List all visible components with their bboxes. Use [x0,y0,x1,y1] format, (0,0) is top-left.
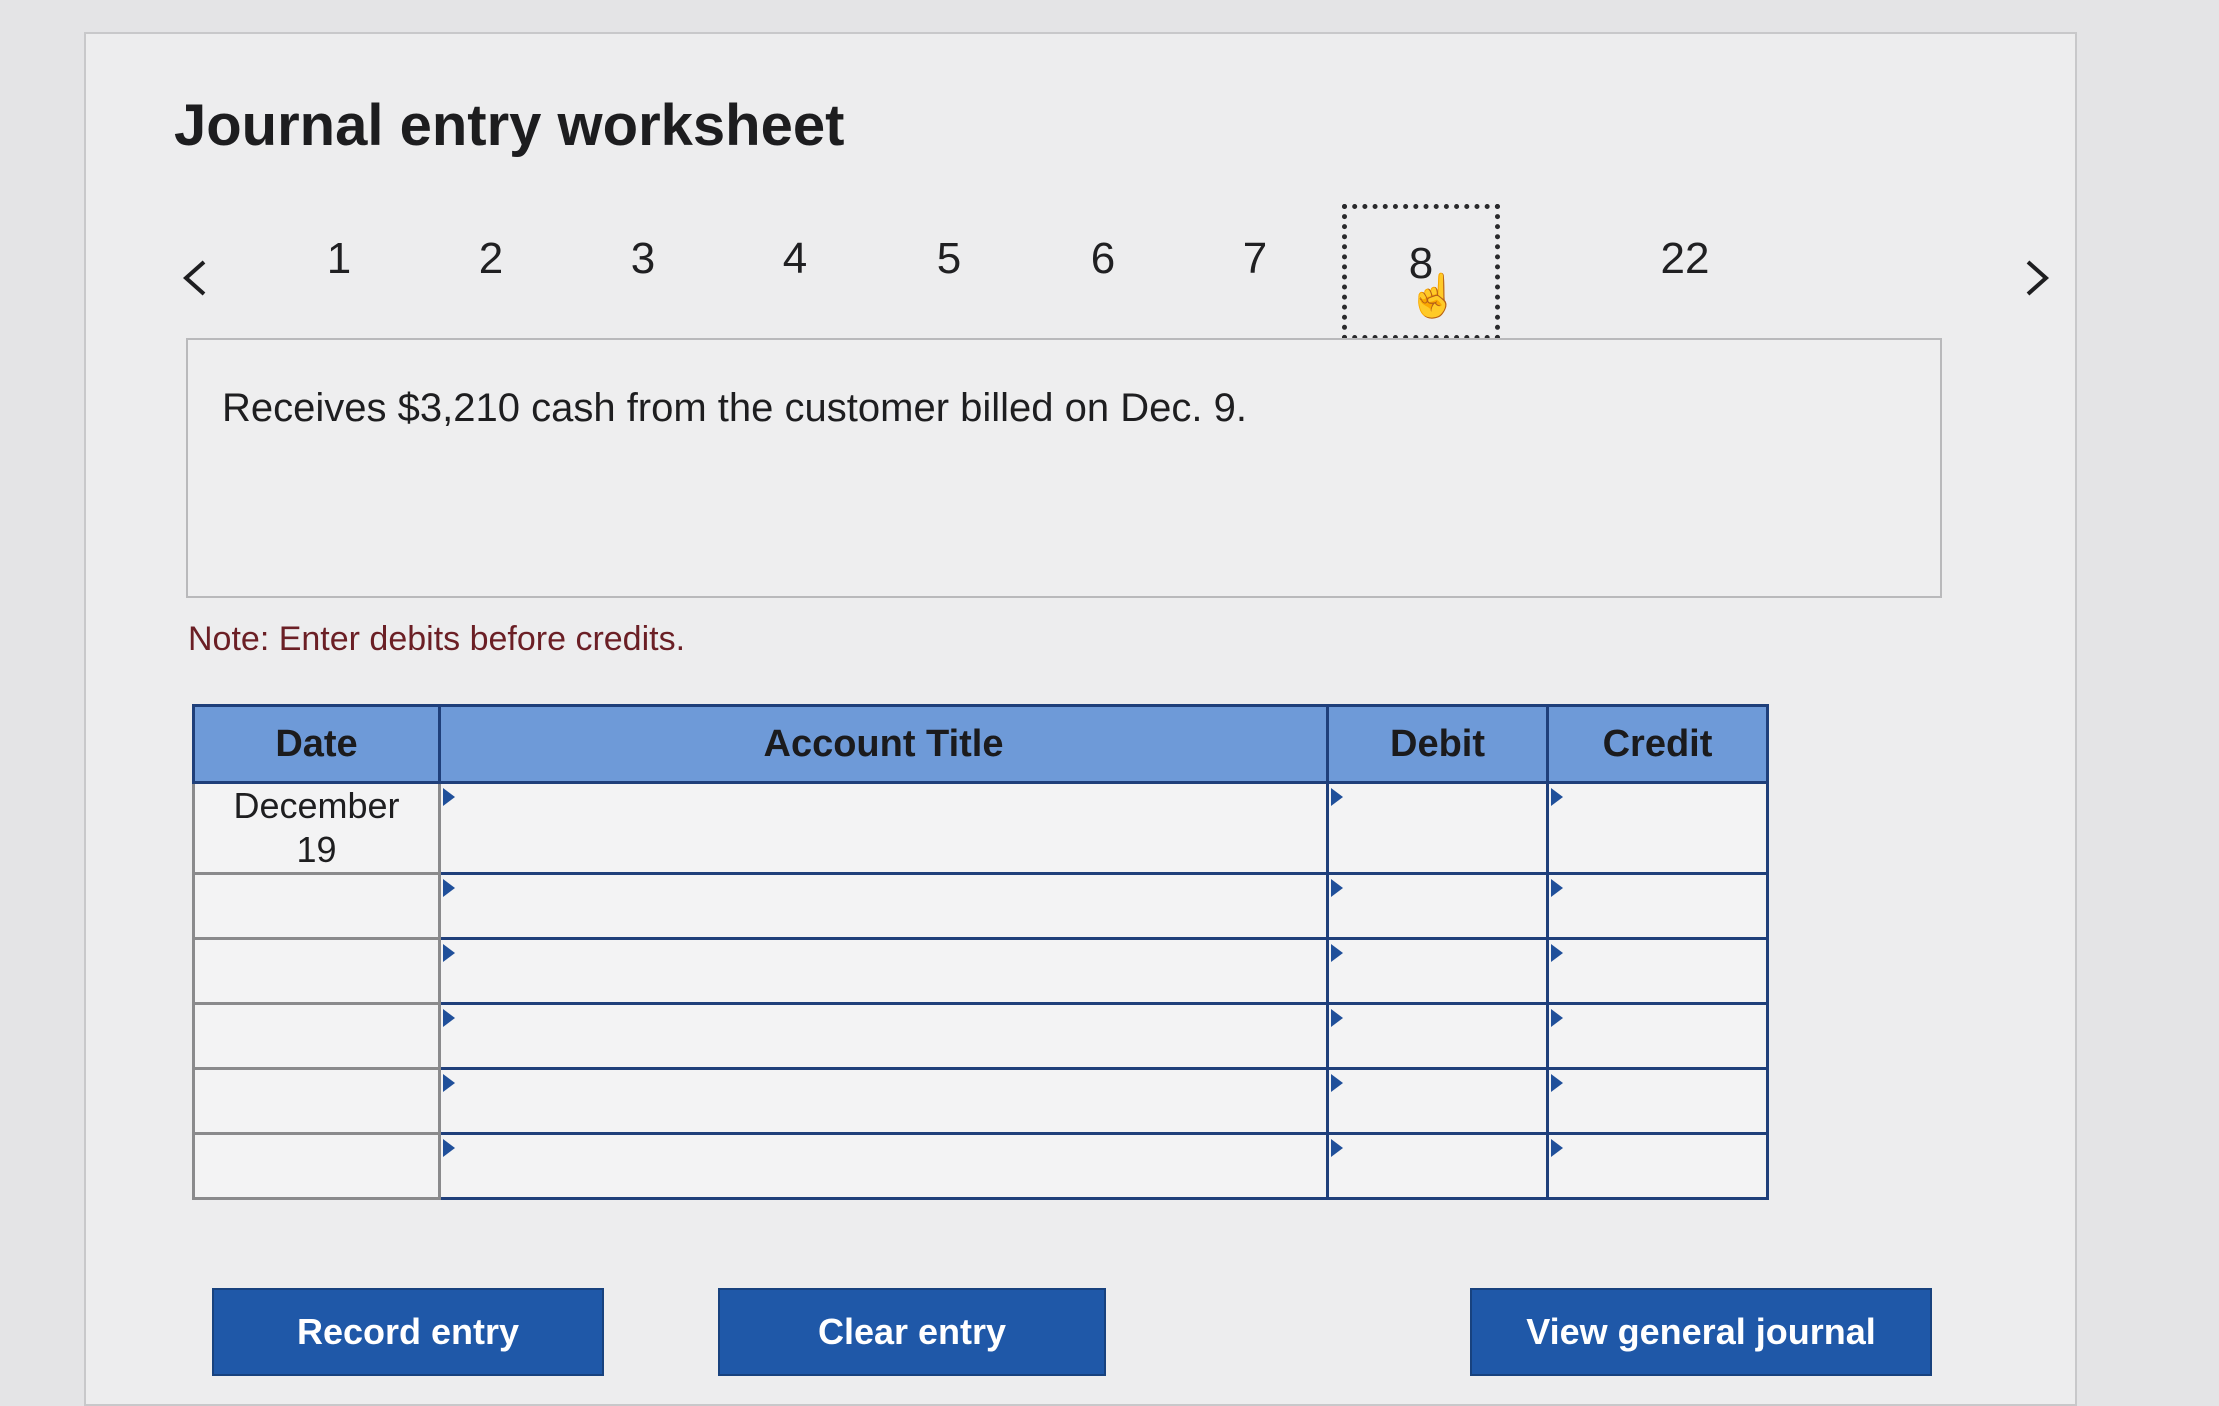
date-cell: December 19 [192,781,441,875]
debit-input[interactable] [1329,784,1546,872]
tab-8-active[interactable]: 8 ☝ [1342,204,1500,340]
credit-cell[interactable] [1546,1002,1769,1070]
account-title-input[interactable] [441,875,1326,937]
debit-cell[interactable] [1326,1132,1549,1200]
account-title-cell[interactable] [438,1002,1329,1070]
transaction-description-box: Receives $3,210 cash from the customer b… [186,338,1942,598]
date-cell [192,1002,441,1070]
journal-entry-table: Date Account Title Debit Credit December… [192,704,1769,1200]
credit-input[interactable] [1549,1005,1766,1067]
debit-cell[interactable] [1326,1002,1549,1070]
date-cell [192,937,441,1005]
tab-22[interactable]: 22 [1640,234,1730,284]
debit-cell[interactable] [1326,781,1549,875]
instruction-note: Note: Enter debits before credits. [188,620,686,658]
next-arrow[interactable] [2016,258,2056,298]
tab-1[interactable]: 1 [294,234,384,284]
tab-6[interactable]: 6 [1058,234,1148,284]
table-row [192,1002,1769,1070]
hand-pointer-icon: ☝ [1407,272,1460,319]
date-cell [192,1067,441,1135]
credit-input[interactable] [1549,1135,1766,1197]
header-account-title: Account Title [438,704,1329,784]
clear-entry-button[interactable]: Clear entry [718,1288,1106,1376]
header-debit: Debit [1326,704,1549,784]
credit-input[interactable] [1549,784,1766,872]
account-title-cell[interactable] [438,1067,1329,1135]
debit-input[interactable] [1329,1070,1546,1132]
tab-4[interactable]: 4 [750,234,840,284]
credit-cell[interactable] [1546,1132,1769,1200]
page-title: Journal entry worksheet [174,93,845,158]
account-title-input[interactable] [441,1005,1326,1067]
date-month: December [233,785,400,826]
tab-7[interactable]: 7 [1210,234,1300,284]
account-title-input[interactable] [441,1070,1326,1132]
date-cell [192,872,441,940]
debit-cell[interactable] [1326,1067,1549,1135]
credit-input[interactable] [1549,875,1766,937]
tab-3[interactable]: 3 [598,234,688,284]
credit-input[interactable] [1549,1070,1766,1132]
table-row [192,872,1769,940]
header-credit: Credit [1546,704,1769,784]
debit-input[interactable] [1329,1135,1546,1197]
account-title-cell[interactable] [438,781,1329,875]
account-title-cell[interactable] [438,1132,1329,1200]
chevron-right-icon [2026,260,2050,296]
credit-input[interactable] [1549,940,1766,1002]
chevron-left-icon [182,260,206,296]
account-title-cell[interactable] [438,937,1329,1005]
account-title-input[interactable] [441,940,1326,1002]
date-cell [192,1132,441,1200]
account-title-input[interactable] [441,1135,1326,1197]
table-row [192,1067,1769,1135]
credit-cell[interactable] [1546,937,1769,1005]
debit-input[interactable] [1329,940,1546,1002]
transaction-description: Receives $3,210 cash from the customer b… [222,386,1247,430]
credit-cell[interactable] [1546,872,1769,940]
account-title-cell[interactable] [438,872,1329,940]
debit-input[interactable] [1329,1005,1546,1067]
header-date: Date [192,704,441,784]
table-row: December 19 [192,781,1769,875]
worksheet-panel: Journal entry worksheet 1 2 3 4 5 6 7 8 … [84,32,2077,1406]
debit-cell[interactable] [1326,937,1549,1005]
table-row [192,937,1769,1005]
credit-cell[interactable] [1546,781,1769,875]
debit-input[interactable] [1329,875,1546,937]
date-day: 19 [296,829,337,870]
tab-navigation: 1 2 3 4 5 6 7 8 ☝ 22 [166,204,2066,344]
tab-2[interactable]: 2 [446,234,536,284]
credit-cell[interactable] [1546,1067,1769,1135]
record-entry-button[interactable]: Record entry [212,1288,604,1376]
tab-5[interactable]: 5 [904,234,994,284]
prev-arrow[interactable] [176,258,216,298]
view-general-journal-button[interactable]: View general journal [1470,1288,1932,1376]
table-header-row: Date Account Title Debit Credit [192,704,1769,784]
account-title-input[interactable] [441,784,1326,872]
table-row [192,1132,1769,1200]
debit-cell[interactable] [1326,872,1549,940]
